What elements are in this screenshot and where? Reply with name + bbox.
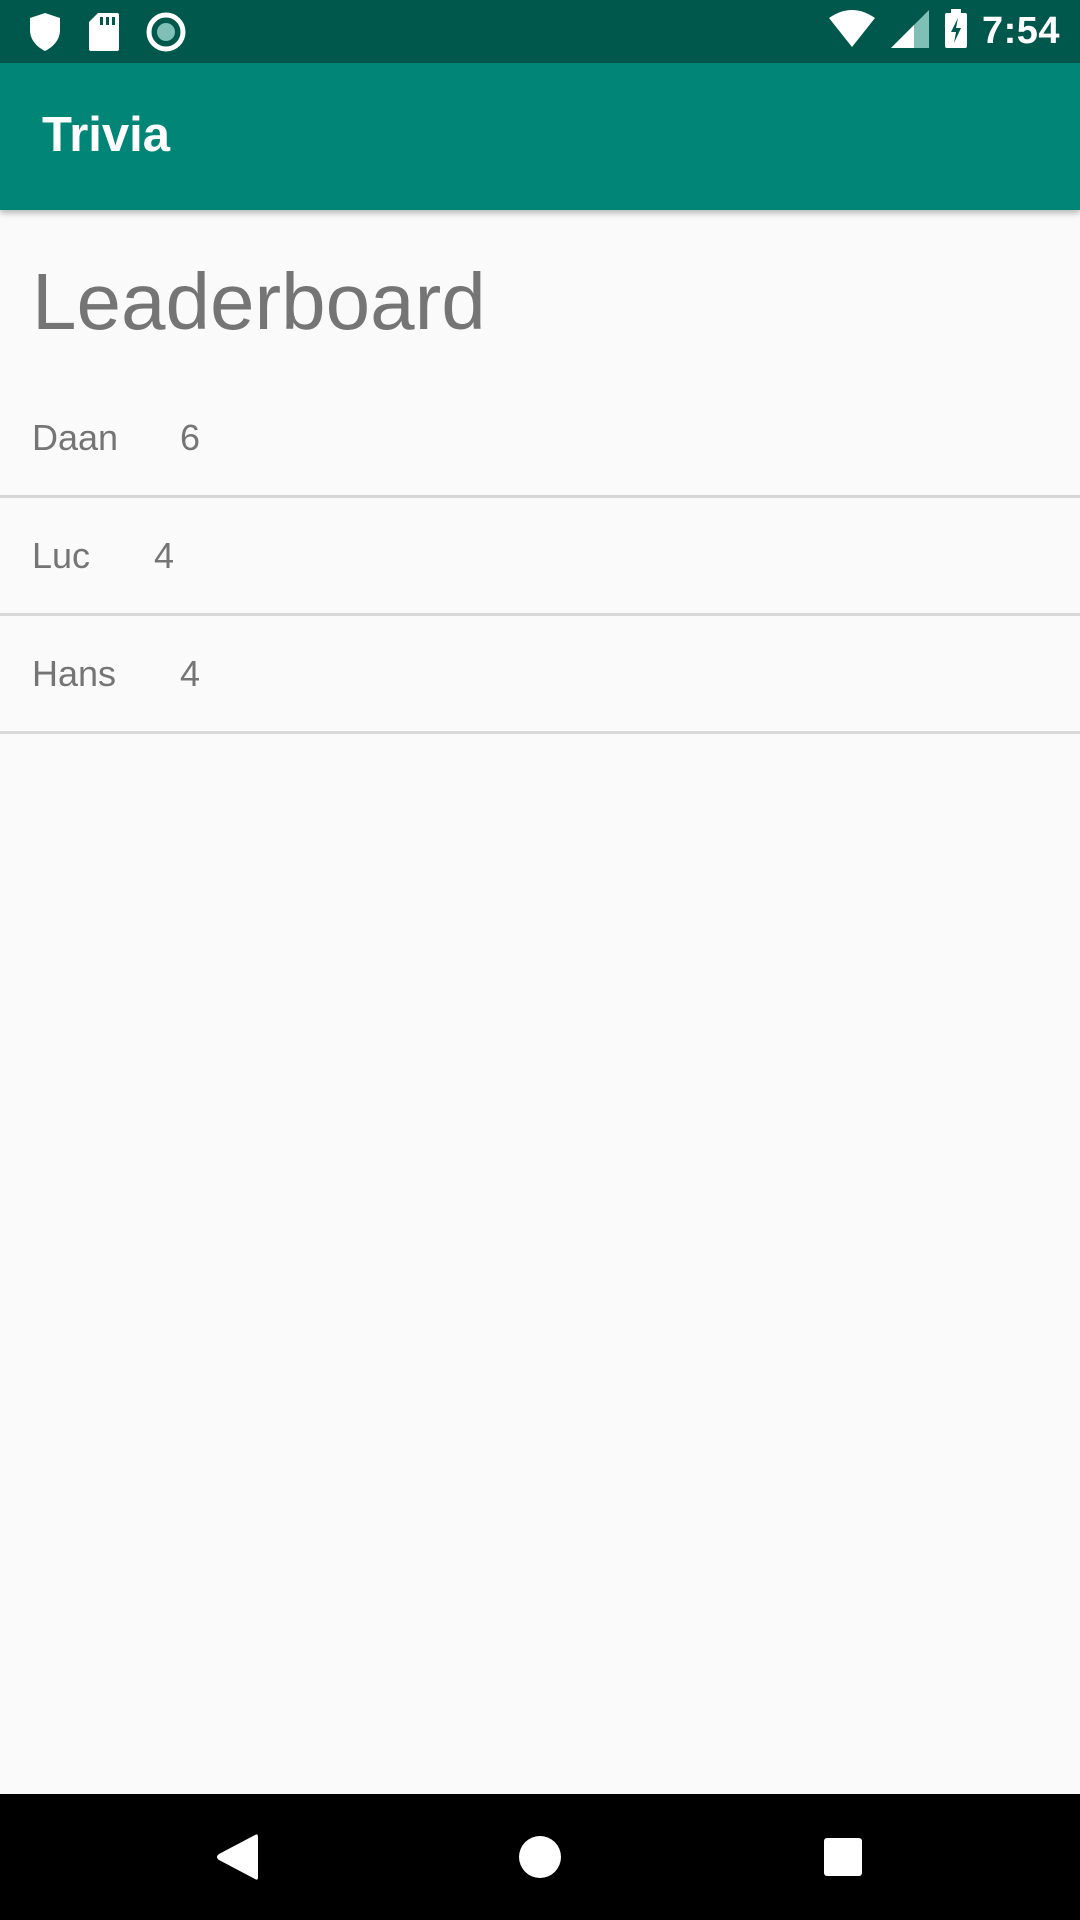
player-name: Hans: [32, 653, 117, 694]
sd-card-icon: [88, 12, 120, 57]
leaderboard-row[interactable]: Luc 4: [0, 498, 1080, 616]
app-title: Trivia: [42, 108, 171, 162]
recents-icon[interactable]: [810, 1824, 876, 1890]
leaderboard-row[interactable]: Daan 6: [0, 380, 1080, 498]
signal-icon: [890, 9, 930, 54]
notification-icons: [28, 12, 186, 57]
status-bar: 7:54: [0, 0, 1080, 63]
record-icon: [146, 12, 186, 57]
back-icon[interactable]: [204, 1824, 270, 1890]
player-score: 4: [180, 653, 201, 694]
navigation-bar: [0, 1794, 1080, 1920]
status-clock: 7:54: [981, 9, 1060, 52]
leaderboard-row[interactable]: Hans 4: [0, 616, 1080, 734]
page-title: Leaderboard: [32, 257, 486, 346]
shield-icon: [28, 12, 62, 57]
player-name: Luc: [32, 535, 91, 576]
player-score: 6: [180, 417, 201, 458]
battery-charging-icon: [944, 8, 968, 54]
wifi-icon: [828, 9, 876, 53]
player-name: Daan: [32, 417, 119, 458]
system-icons: 7:54: [828, 8, 1060, 54]
app-bar: Trivia: [0, 63, 1080, 210]
leaderboard-list: Daan 6 Luc 4 Hans 4: [0, 380, 1080, 734]
player-score: 4: [154, 535, 175, 576]
home-icon[interactable]: [507, 1824, 573, 1890]
